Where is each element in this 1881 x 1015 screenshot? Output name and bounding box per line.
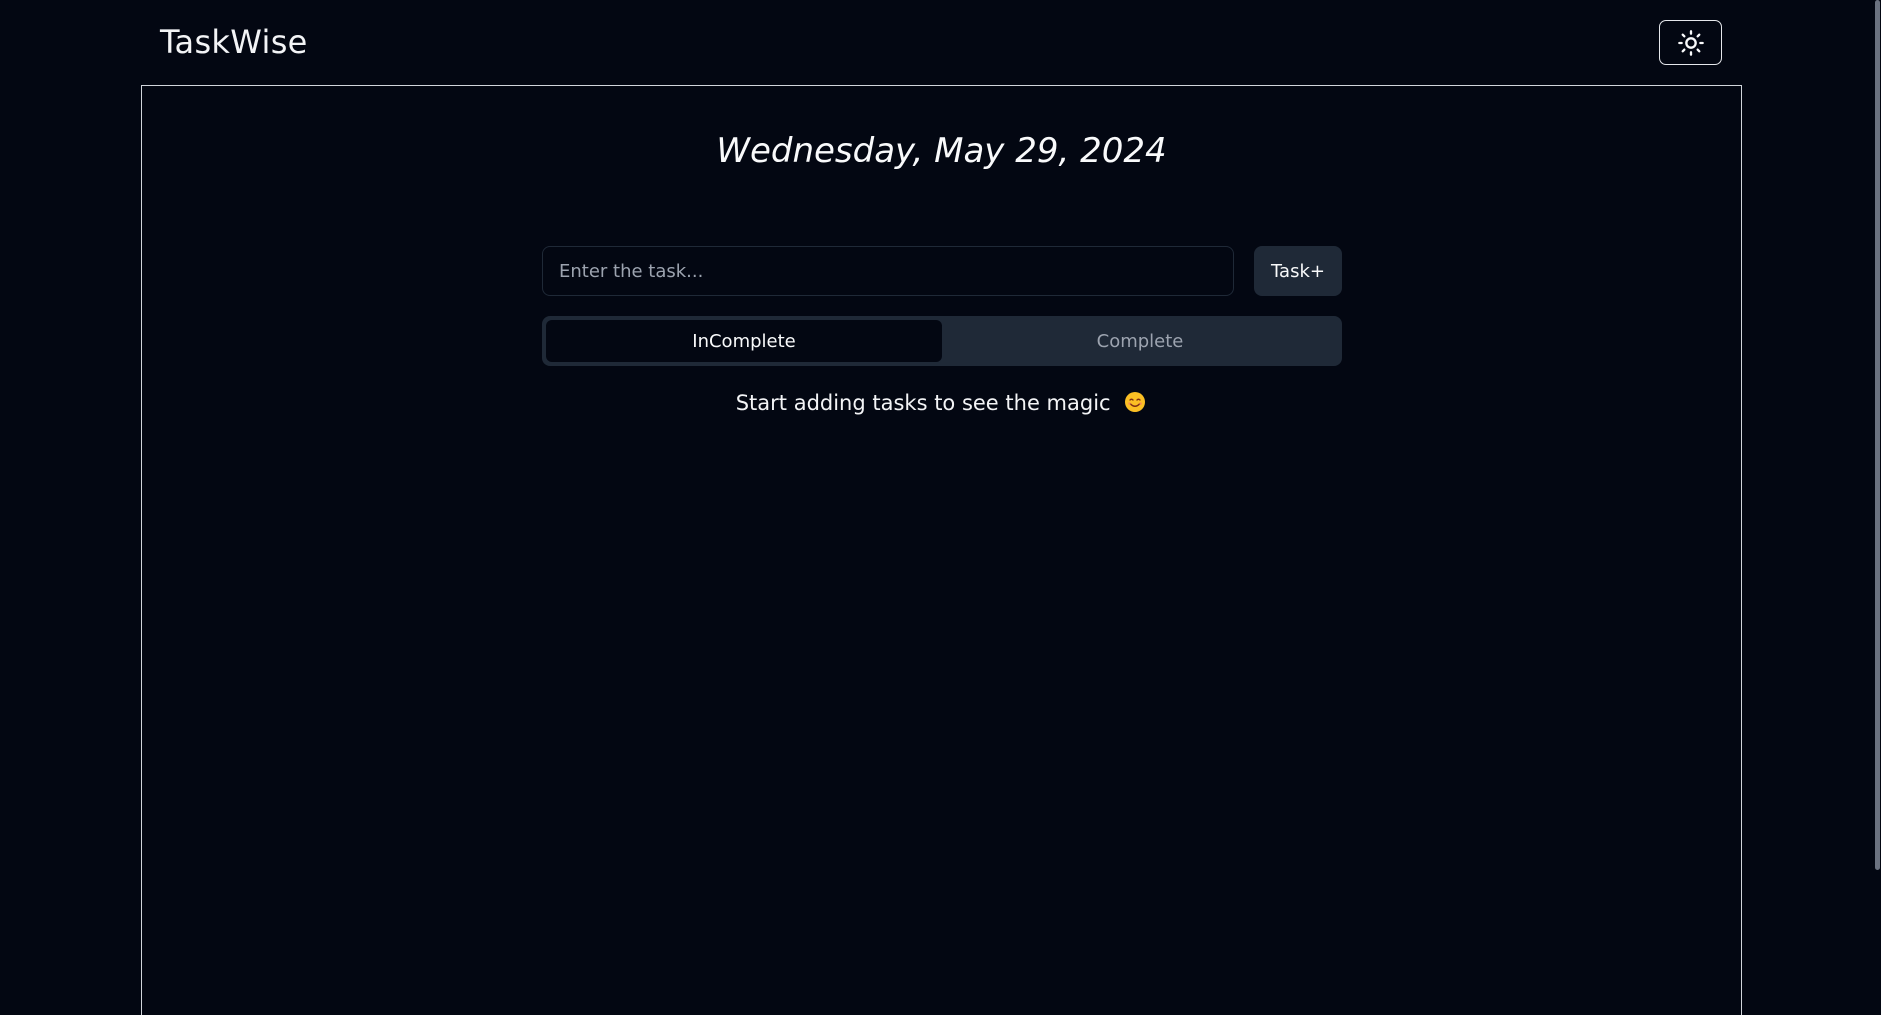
empty-state-text: Start adding tasks to see the magic [735, 391, 1111, 415]
sun-icon [1677, 29, 1705, 57]
tab-incomplete[interactable]: InComplete [546, 320, 942, 362]
tab-complete[interactable]: Complete [942, 320, 1338, 362]
scrollbar-thumb[interactable] [1875, 0, 1880, 870]
date-heading: Wednesday, May 29, 2024 [716, 131, 1167, 171]
app-root: TaskWise Wednesday, May 29, 2024 Task+ I… [0, 0, 1881, 1015]
theme-toggle-button[interactable] [1659, 20, 1722, 65]
task-input[interactable] [542, 246, 1234, 296]
task-status-tabs: InComplete Complete [542, 316, 1342, 366]
task-panel: Wednesday, May 29, 2024 Task+ InComplete… [141, 85, 1742, 1015]
empty-state: Start adding tasks to see the magic [142, 386, 1741, 420]
smiling-face-icon [1123, 390, 1147, 414]
app-title: TaskWise [160, 23, 308, 61]
add-task-button[interactable]: Task+ [1254, 246, 1342, 296]
